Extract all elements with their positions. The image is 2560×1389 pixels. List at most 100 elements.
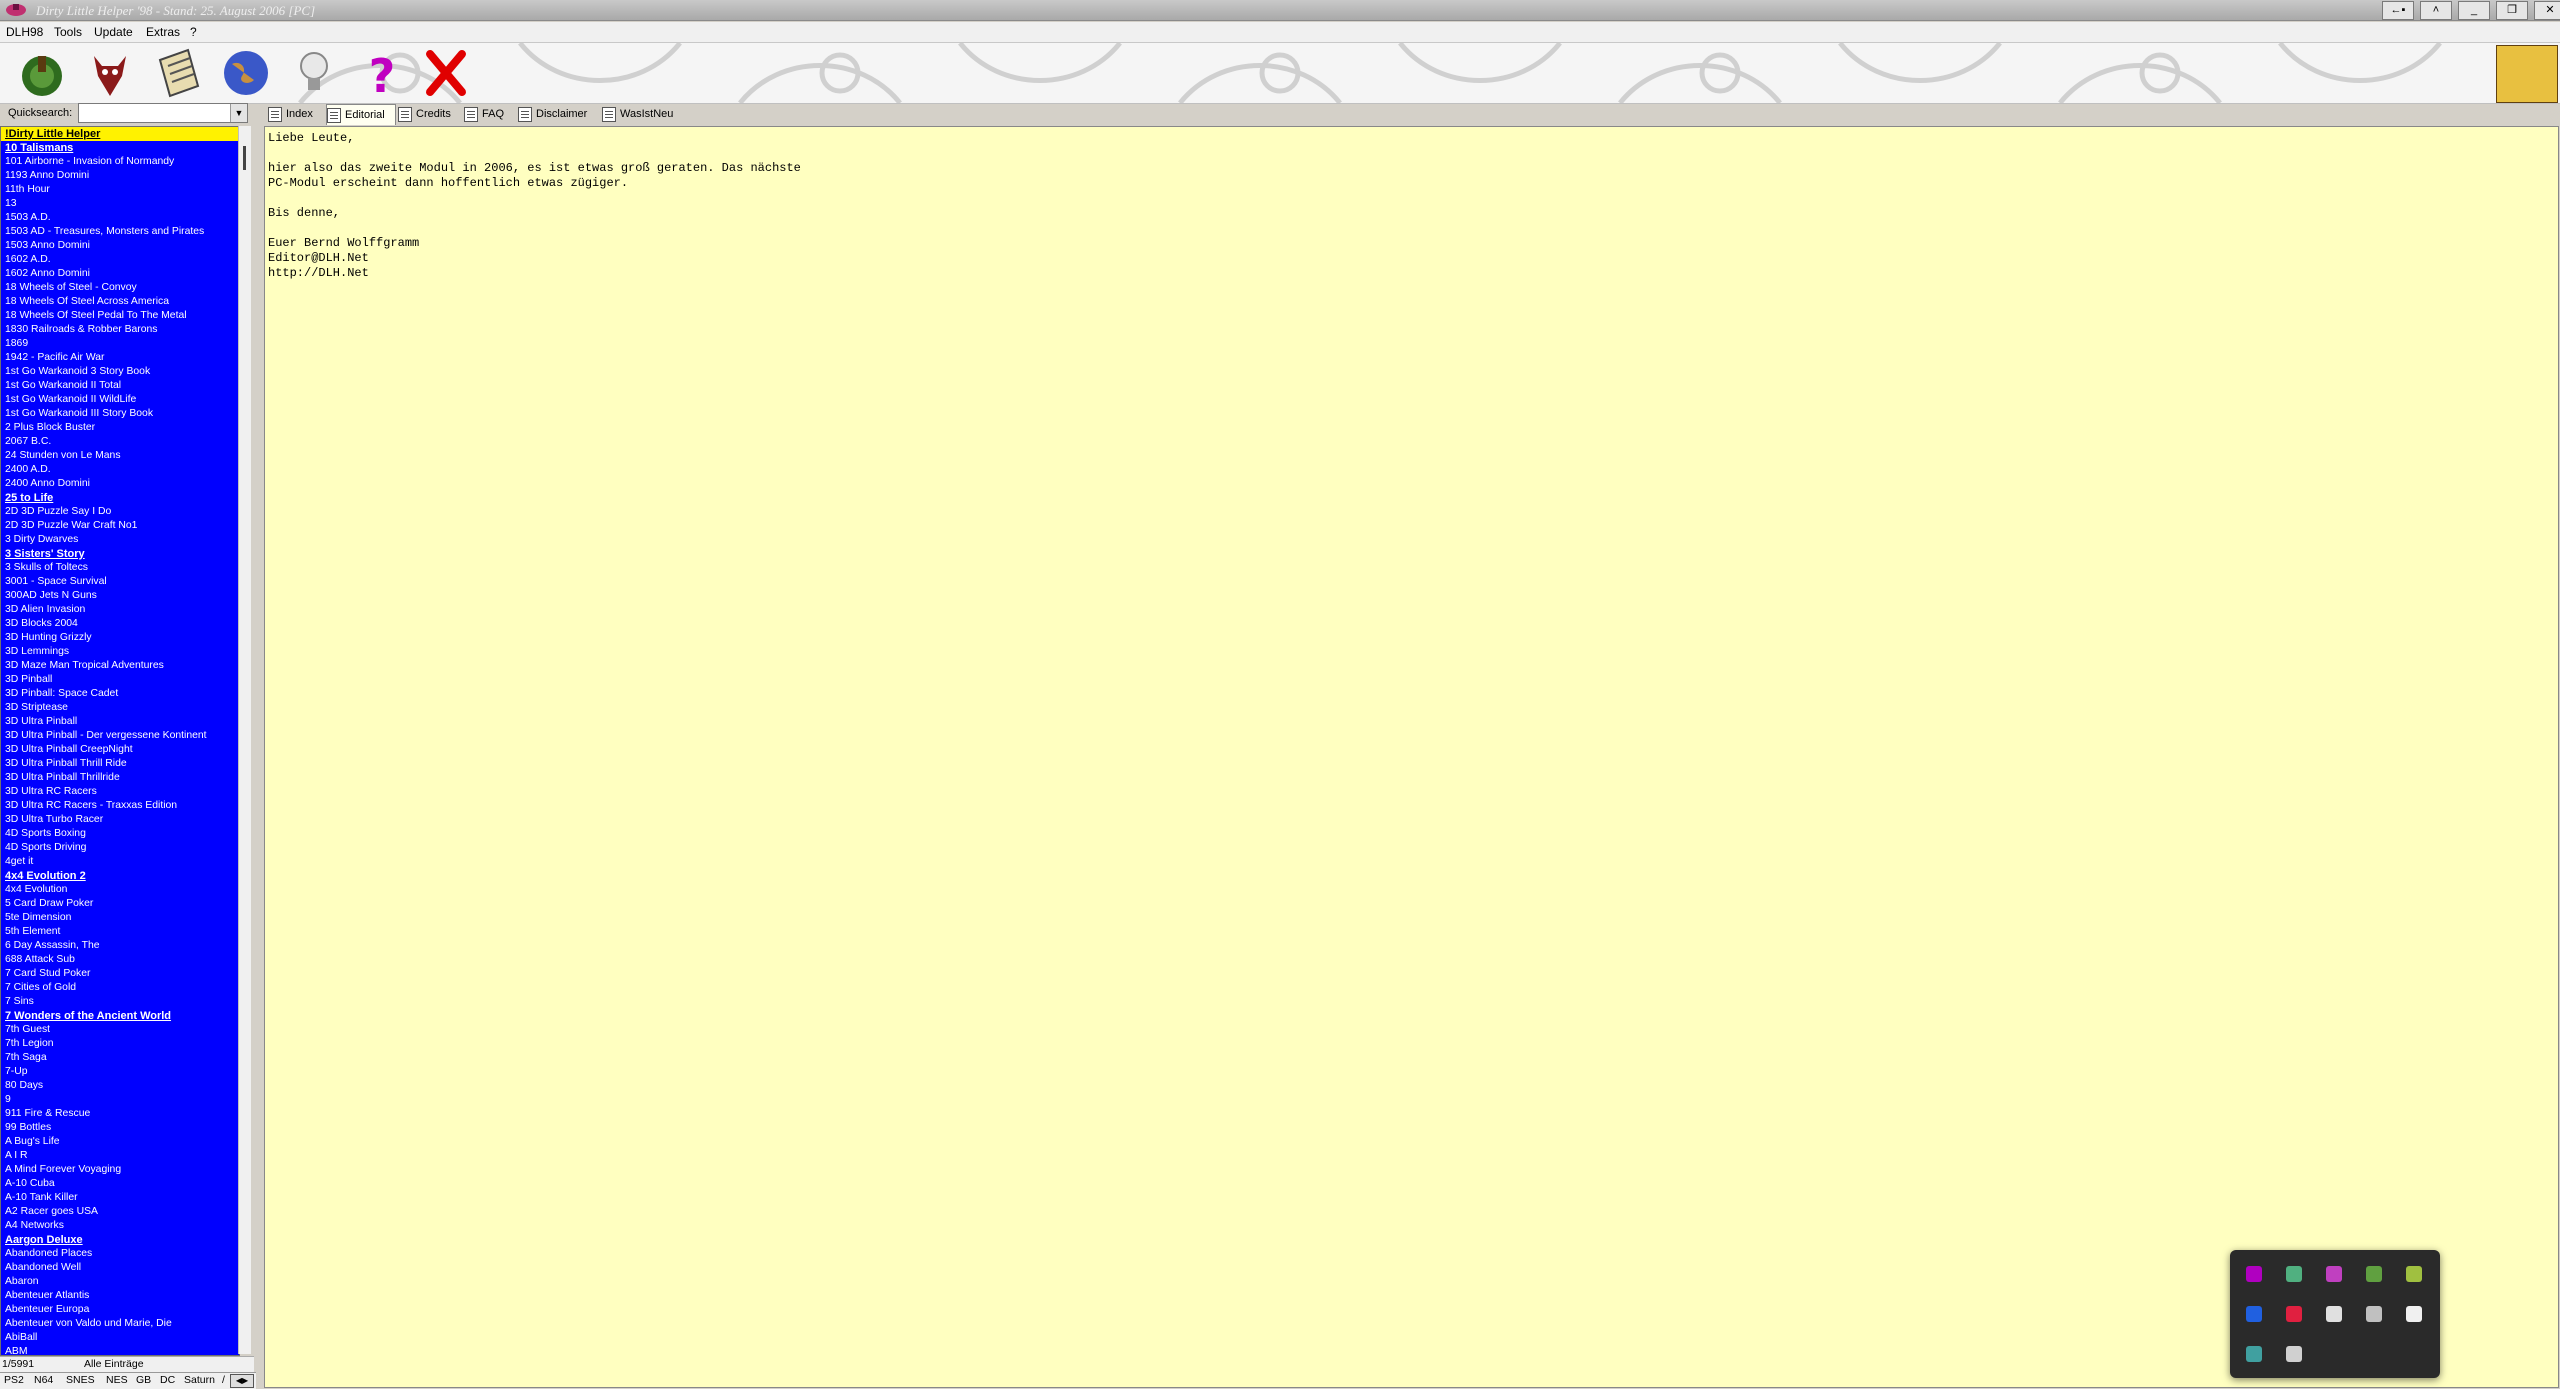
- list-item[interactable]: 3D Ultra RC Racers: [1, 785, 239, 799]
- list-item[interactable]: 1st Go Warkanoid II WildLife: [1, 393, 239, 407]
- list-item[interactable]: 1942 - Pacific Air War: [1, 351, 239, 365]
- list-item[interactable]: 3001 - Space Survival: [1, 575, 239, 589]
- platform-tab[interactable]: PS2: [4, 1374, 24, 1386]
- list-item[interactable]: A I R: [1, 1149, 239, 1163]
- list-item[interactable]: 3D Ultra Turbo Racer: [1, 813, 239, 827]
- minimize-button[interactable]: _: [2458, 1, 2490, 20]
- close-icon[interactable]: [418, 46, 474, 100]
- list-item[interactable]: 3 Skulls of Toltecs: [1, 561, 239, 575]
- list-item[interactable]: 3D Pinball: Space Cadet: [1, 687, 239, 701]
- restore-button[interactable]: ❐: [2496, 1, 2528, 20]
- list-item[interactable]: 3D Striptease: [1, 701, 239, 715]
- list-item[interactable]: A4 Networks: [1, 1219, 239, 1233]
- menu-extras[interactable]: Extras: [146, 25, 180, 39]
- list-item[interactable]: 7 Sins: [1, 995, 239, 1009]
- list-item[interactable]: Abandoned Places: [1, 1247, 239, 1261]
- list-item[interactable]: 2D 3D Puzzle Say I Do: [1, 505, 239, 519]
- list-item[interactable]: 7th Saga: [1, 1051, 239, 1065]
- quicksearch-input[interactable]: ▼: [78, 103, 248, 123]
- list-item[interactable]: 300AD Jets N Guns: [1, 589, 239, 603]
- platform-tab[interactable]: GB: [136, 1374, 151, 1386]
- chevron-down-icon[interactable]: ▼: [230, 104, 247, 122]
- network-icon[interactable]: [2286, 1266, 2302, 1282]
- list-item[interactable]: 688 Attack Sub: [1, 953, 239, 967]
- help-icon[interactable]: ?: [354, 46, 410, 100]
- list-item[interactable]: 80 Days: [1, 1079, 239, 1093]
- tab-index[interactable]: Index: [268, 104, 324, 124]
- list-item[interactable]: 3D Maze Man Tropical Adventures: [1, 659, 239, 673]
- list-item[interactable]: 3D Lemmings: [1, 645, 239, 659]
- ball-icon[interactable]: [2406, 1306, 2422, 1322]
- notepad-icon[interactable]: [150, 46, 206, 100]
- rollup-button[interactable]: ˄: [2420, 1, 2452, 20]
- list-item[interactable]: 4get it: [1, 855, 239, 869]
- shield-icon[interactable]: [2246, 1346, 2262, 1362]
- list-item[interactable]: 1869: [1, 337, 239, 351]
- list-item[interactable]: 1st Go Warkanoid III Story Book: [1, 407, 239, 421]
- list-item[interactable]: 911 Fire & Rescue: [1, 1107, 239, 1121]
- list-item[interactable]: A Mind Forever Voyaging: [1, 1163, 239, 1177]
- list-item[interactable]: 3D Ultra Pinball Thrillride: [1, 771, 239, 785]
- list-item[interactable]: 1503 Anno Domini: [1, 239, 239, 253]
- platform-tab[interactable]: N64: [34, 1374, 53, 1386]
- menu-update[interactable]: Update: [94, 25, 133, 39]
- list-item[interactable]: 3 Sisters' Story: [1, 547, 239, 561]
- list-item[interactable]: A2 Racer goes USA: [1, 1205, 239, 1219]
- list-item[interactable]: 1602 A.D.: [1, 253, 239, 267]
- menu-dlh98[interactable]: DLH98: [6, 25, 43, 39]
- menu-help[interactable]: ?: [190, 25, 197, 39]
- list-item[interactable]: 3D Blocks 2004: [1, 617, 239, 631]
- list-item[interactable]: 2400 A.D.: [1, 463, 239, 477]
- list-item[interactable]: 7 Cities of Gold: [1, 981, 239, 995]
- gear-icon[interactable]: [2326, 1306, 2342, 1322]
- dlh-tray-icon[interactable]: [2246, 1266, 2262, 1282]
- list-item[interactable]: Abandoned Well: [1, 1261, 239, 1275]
- list-item[interactable]: 1st Go Warkanoid II Total: [1, 379, 239, 393]
- editorial-content[interactable]: Liebe Leute, hier also das zweite Modul …: [264, 126, 2559, 1388]
- platform-tab[interactable]: DC: [160, 1374, 175, 1386]
- list-item[interactable]: 7th Legion: [1, 1037, 239, 1051]
- list-item[interactable]: AbiBall: [1, 1331, 239, 1345]
- steam-icon[interactable]: [2366, 1306, 2382, 1322]
- list-item[interactable]: 3D Ultra Pinball: [1, 715, 239, 729]
- list-item[interactable]: 3 Dirty Dwarves: [1, 533, 239, 547]
- platform-tab[interactable]: Saturn: [184, 1374, 215, 1386]
- tab-credits[interactable]: Credits: [398, 104, 460, 124]
- list-item[interactable]: 7th Guest: [1, 1023, 239, 1037]
- list-item[interactable]: Abenteuer Atlantis: [1, 1289, 239, 1303]
- tab-faq[interactable]: FAQ: [464, 104, 514, 124]
- list-item[interactable]: A-10 Tank Killer: [1, 1191, 239, 1205]
- list-item[interactable]: 2067 B.C.: [1, 435, 239, 449]
- platform-tab[interactable]: NES: [106, 1374, 128, 1386]
- list-item[interactable]: Abenteuer Europa: [1, 1303, 239, 1317]
- list-item[interactable]: 10 Talismans: [1, 141, 239, 155]
- list-item[interactable]: 13: [1, 197, 239, 211]
- list-item[interactable]: 3D Ultra RC Racers - Traxxas Edition: [1, 799, 239, 813]
- list-item[interactable]: 2400 Anno Domini: [1, 477, 239, 491]
- usb-icon[interactable]: [2286, 1346, 2302, 1362]
- list-scrollbar[interactable]: [238, 126, 251, 1354]
- media-icon[interactable]: [2326, 1266, 2342, 1282]
- platform-tab[interactable]: SNES: [66, 1374, 95, 1386]
- list-item[interactable]: 1193 Anno Domini: [1, 169, 239, 183]
- list-item[interactable]: 1st Go Warkanoid 3 Story Book: [1, 365, 239, 379]
- list-item[interactable]: 11th Hour: [1, 183, 239, 197]
- list-item[interactable]: 7 Wonders of the Ancient World: [1, 1009, 239, 1023]
- list-item[interactable]: 4x4 Evolution: [1, 883, 239, 897]
- folder-icon[interactable]: [2366, 1266, 2382, 1282]
- list-item[interactable]: 5te Dimension: [1, 911, 239, 925]
- list-item[interactable]: A Bug's Life: [1, 1135, 239, 1149]
- list-item[interactable]: 24 Stunden von Le Mans: [1, 449, 239, 463]
- app-red-icon[interactable]: [2286, 1306, 2302, 1322]
- list-item[interactable]: 2 Plus Block Buster: [1, 421, 239, 435]
- platform-tab[interactable]: /: [222, 1374, 225, 1386]
- list-item[interactable]: 99 Bottles: [1, 1121, 239, 1135]
- sync-icon[interactable]: [2406, 1266, 2422, 1282]
- list-item[interactable]: 7-Up: [1, 1065, 239, 1079]
- bluetooth-icon[interactable]: [2246, 1306, 2262, 1322]
- list-item[interactable]: 25 to Life: [1, 491, 239, 505]
- tree-globe-icon[interactable]: [14, 46, 70, 100]
- list-item[interactable]: 3D Pinball: [1, 673, 239, 687]
- list-item[interactable]: 18 Wheels Of Steel Pedal To The Metal: [1, 309, 239, 323]
- list-item[interactable]: 3D Ultra Pinball - Der vergessene Kontin…: [1, 729, 239, 743]
